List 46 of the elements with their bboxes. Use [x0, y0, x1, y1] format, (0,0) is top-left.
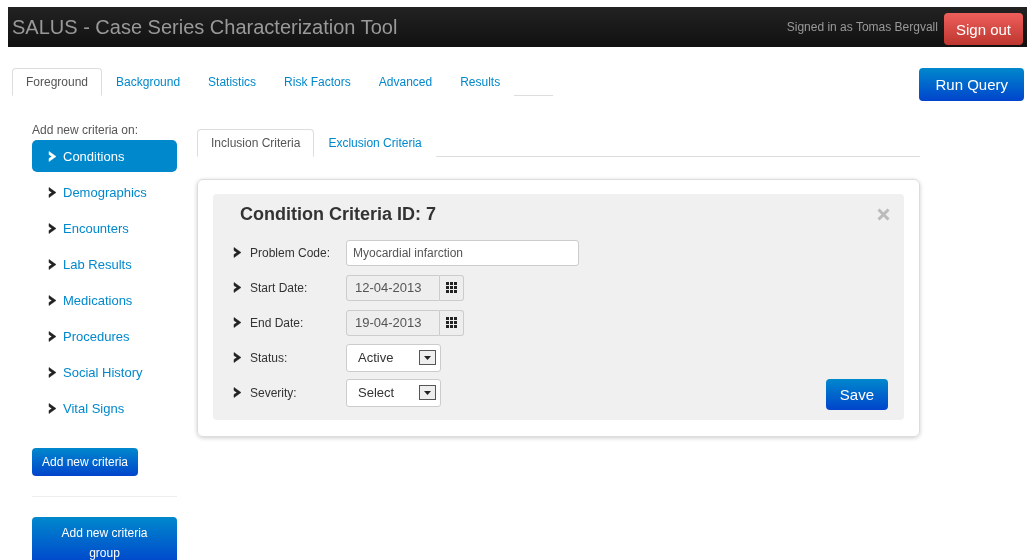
- chevron-icon: [48, 330, 57, 342]
- chevron-icon: [233, 282, 242, 293]
- chevron-icon: [48, 186, 57, 198]
- chevron-icon: [48, 366, 57, 378]
- chevron-icon: [233, 352, 242, 363]
- text-field[interactable]: Myocardial infarction: [346, 239, 579, 266]
- add-criteria-button[interactable]: Add new criteria: [32, 448, 139, 476]
- sidebar-item[interactable]: Procedures: [32, 320, 177, 352]
- tab[interactable]: Inclusion Criteria: [197, 129, 315, 157]
- calendar-button[interactable]: [440, 274, 464, 301]
- chevron-icon: [48, 150, 57, 162]
- field-label: Status:: [250, 350, 289, 365]
- save-button[interactable]: Save: [825, 379, 888, 410]
- chevron-icon: [233, 247, 242, 258]
- select-dropdown[interactable]: Active: [346, 343, 441, 372]
- sidebar-item[interactable]: Encounters: [32, 212, 177, 244]
- field-label: Severity:: [250, 385, 298, 400]
- field-label: Problem Code:: [250, 245, 332, 260]
- signed-in-text: Signed in as Tomas Bergvall: [786, 20, 938, 34]
- field-label: Start Date:: [250, 280, 309, 295]
- select-dropdown[interactable]: Select: [346, 378, 441, 407]
- chevron-icon: [233, 317, 242, 328]
- date-field[interactable]: 12-04-2013: [346, 274, 440, 301]
- sidebar-item[interactable]: Demographics: [32, 176, 177, 208]
- add-criteria-group-button[interactable]: Add new criteria group: [32, 517, 177, 560]
- chevron-icon: [48, 294, 57, 306]
- sidebar-heading: Add new criteria on:: [32, 123, 140, 137]
- sign-out-button[interactable]: Sign out: [943, 13, 1023, 45]
- date-field[interactable]: 19-04-2013: [346, 309, 440, 336]
- chevron-icon: [48, 258, 57, 270]
- tab[interactable]: Foreground: [12, 68, 103, 96]
- grid-icon: [446, 282, 457, 293]
- chevron-icon: [48, 222, 57, 234]
- sidebar-item[interactable]: Medications: [32, 284, 177, 316]
- sidebar-item[interactable]: Conditions: [32, 140, 177, 172]
- run-query-button[interactable]: Run Query: [919, 68, 1024, 101]
- chevron-icon: [48, 402, 57, 414]
- sidebar-item[interactable]: Social History: [32, 356, 177, 388]
- calendar-button[interactable]: [440, 309, 464, 336]
- grid-icon: [446, 317, 457, 328]
- sidebar-item[interactable]: Lab Results: [32, 248, 177, 280]
- app-title: SALUS - Case Series Characterization Tool: [12, 15, 399, 39]
- field-label: End Date:: [250, 315, 305, 330]
- criteria-title: Condition Criteria ID: 7: [240, 204, 436, 225]
- chevron-icon: [233, 387, 242, 398]
- sidebar-item[interactable]: Vital Signs: [32, 392, 177, 424]
